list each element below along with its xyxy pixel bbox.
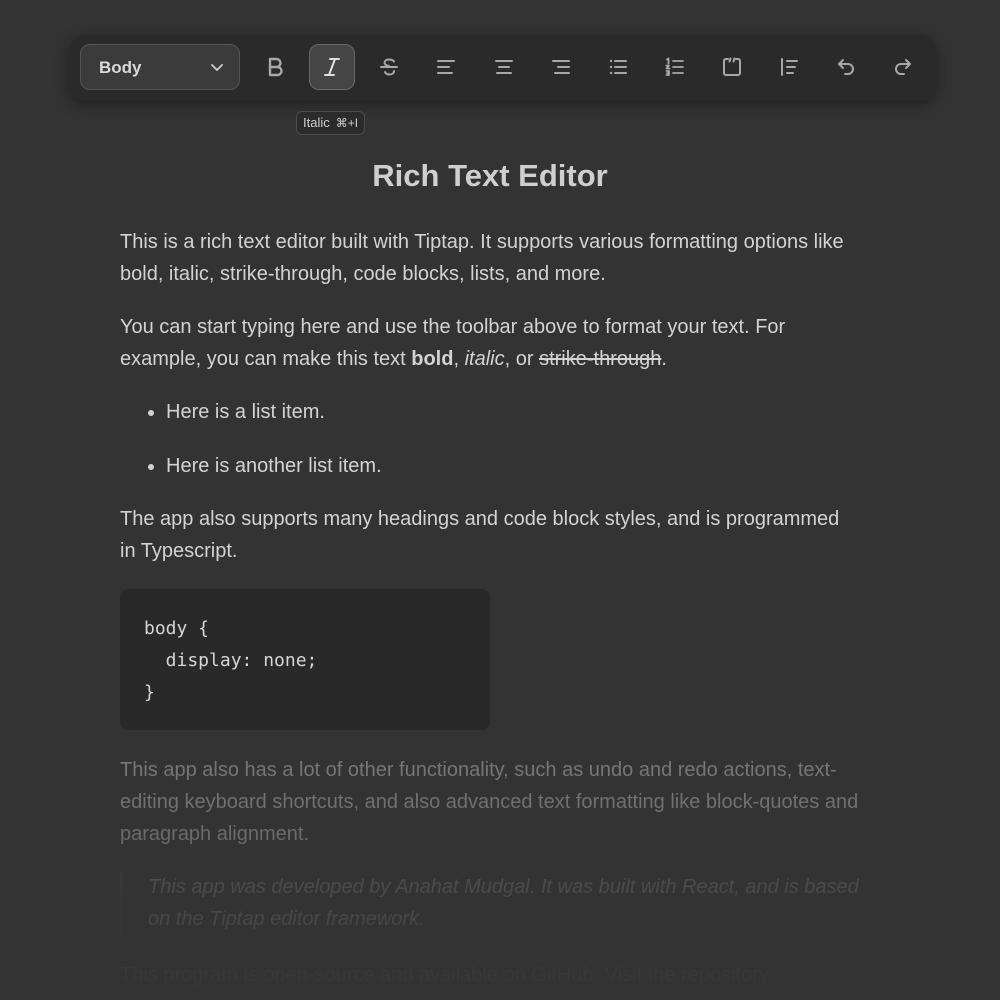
formatting-toolbar: Body [69, 35, 937, 101]
bullet-list-button[interactable] [595, 44, 641, 90]
ordered-list-icon [663, 55, 687, 79]
editor-content[interactable]: Rich Text Editor This is a rich text edi… [120, 150, 860, 991]
tooltip-shortcut: ⌘+I [335, 116, 359, 130]
align-center-icon [492, 55, 516, 79]
code-block-button[interactable] [709, 44, 755, 90]
align-right-button[interactable] [538, 44, 584, 90]
strikethrough-text: strike-through [539, 348, 662, 370]
align-right-icon [549, 55, 573, 79]
align-center-button[interactable] [481, 44, 527, 90]
blockquote: This app was developed by Anahat Mudgal.… [120, 871, 860, 935]
strikethrough-icon [377, 55, 401, 79]
blockquote-icon [777, 55, 801, 79]
list-item: Here is a list item. [148, 396, 860, 428]
italic-button[interactable] [309, 44, 355, 90]
paragraph-open-source: This program is open-source and availabl… [120, 964, 769, 986]
code-block: body { display: none; } [120, 589, 490, 730]
separator-text: , [453, 348, 465, 370]
list-item: Here is another list item. [148, 450, 860, 482]
italic-icon [320, 55, 344, 79]
strikethrough-button[interactable] [366, 44, 412, 90]
paragraph-functionality: This app also has a lot of other functio… [120, 759, 859, 845]
blockquote-button[interactable] [766, 44, 812, 90]
document-title: Rich Text Editor [372, 158, 608, 193]
ordered-list-button[interactable] [652, 44, 698, 90]
italic-text: italic [464, 348, 505, 370]
text-style-select[interactable]: Body [80, 44, 240, 90]
italic-tooltip: Italic ⌘+I [296, 111, 366, 135]
align-left-icon [434, 55, 458, 79]
bold-icon [263, 55, 287, 79]
code-block-icon [720, 55, 744, 79]
bullet-list: Here is a list item. Here is another lis… [120, 396, 860, 482]
bullet-list-icon [606, 55, 630, 79]
undo-icon [834, 55, 858, 79]
separator-text: , or [504, 348, 540, 370]
align-left-button[interactable] [423, 44, 469, 90]
redo-icon [891, 55, 915, 79]
undo-button[interactable] [823, 44, 869, 90]
redo-button[interactable] [880, 44, 926, 90]
text-style-value: Body [99, 58, 142, 77]
paragraph-headings: The app also supports many headings and … [120, 508, 840, 562]
bold-button[interactable] [252, 44, 298, 90]
tooltip-label: Italic [303, 115, 330, 130]
paragraph-intro: This is a rich text editor built with Ti… [120, 231, 844, 285]
period-text: . [661, 348, 667, 370]
chevron-down-icon [209, 59, 225, 80]
paragraph-formatting: You can start typing here and use the to… [120, 311, 860, 375]
bold-text: bold [411, 348, 454, 370]
